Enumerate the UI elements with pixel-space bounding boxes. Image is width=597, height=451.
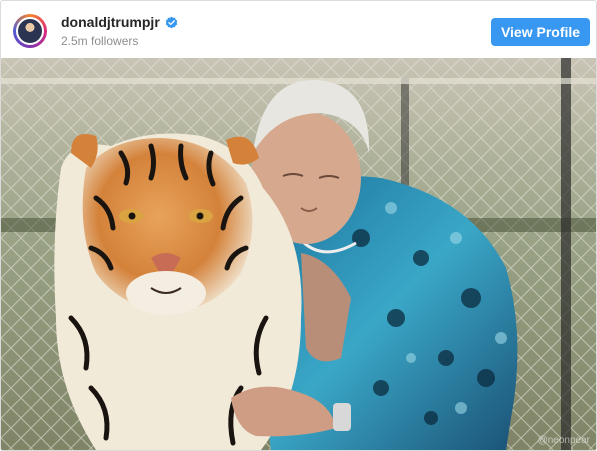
photo-illustration bbox=[1, 58, 596, 450]
avatar[interactable] bbox=[13, 14, 47, 48]
image-watermark: @neonpear bbox=[537, 435, 590, 446]
username-row: donaldjtrumpjr bbox=[61, 14, 178, 31]
post-header: donaldjtrumpjr 2.5m followers View Profi… bbox=[1, 1, 596, 58]
profile-picture bbox=[16, 17, 44, 45]
verified-badge-icon bbox=[165, 16, 178, 29]
user-info: donaldjtrumpjr 2.5m followers bbox=[61, 14, 178, 48]
embed-card: donaldjtrumpjr 2.5m followers View Profi… bbox=[0, 0, 597, 451]
username[interactable]: donaldjtrumpjr bbox=[61, 14, 160, 31]
post-image[interactable]: @neonpear bbox=[1, 58, 596, 450]
view-profile-button[interactable]: View Profile bbox=[491, 18, 590, 46]
follower-count: 2.5m followers bbox=[61, 34, 139, 48]
